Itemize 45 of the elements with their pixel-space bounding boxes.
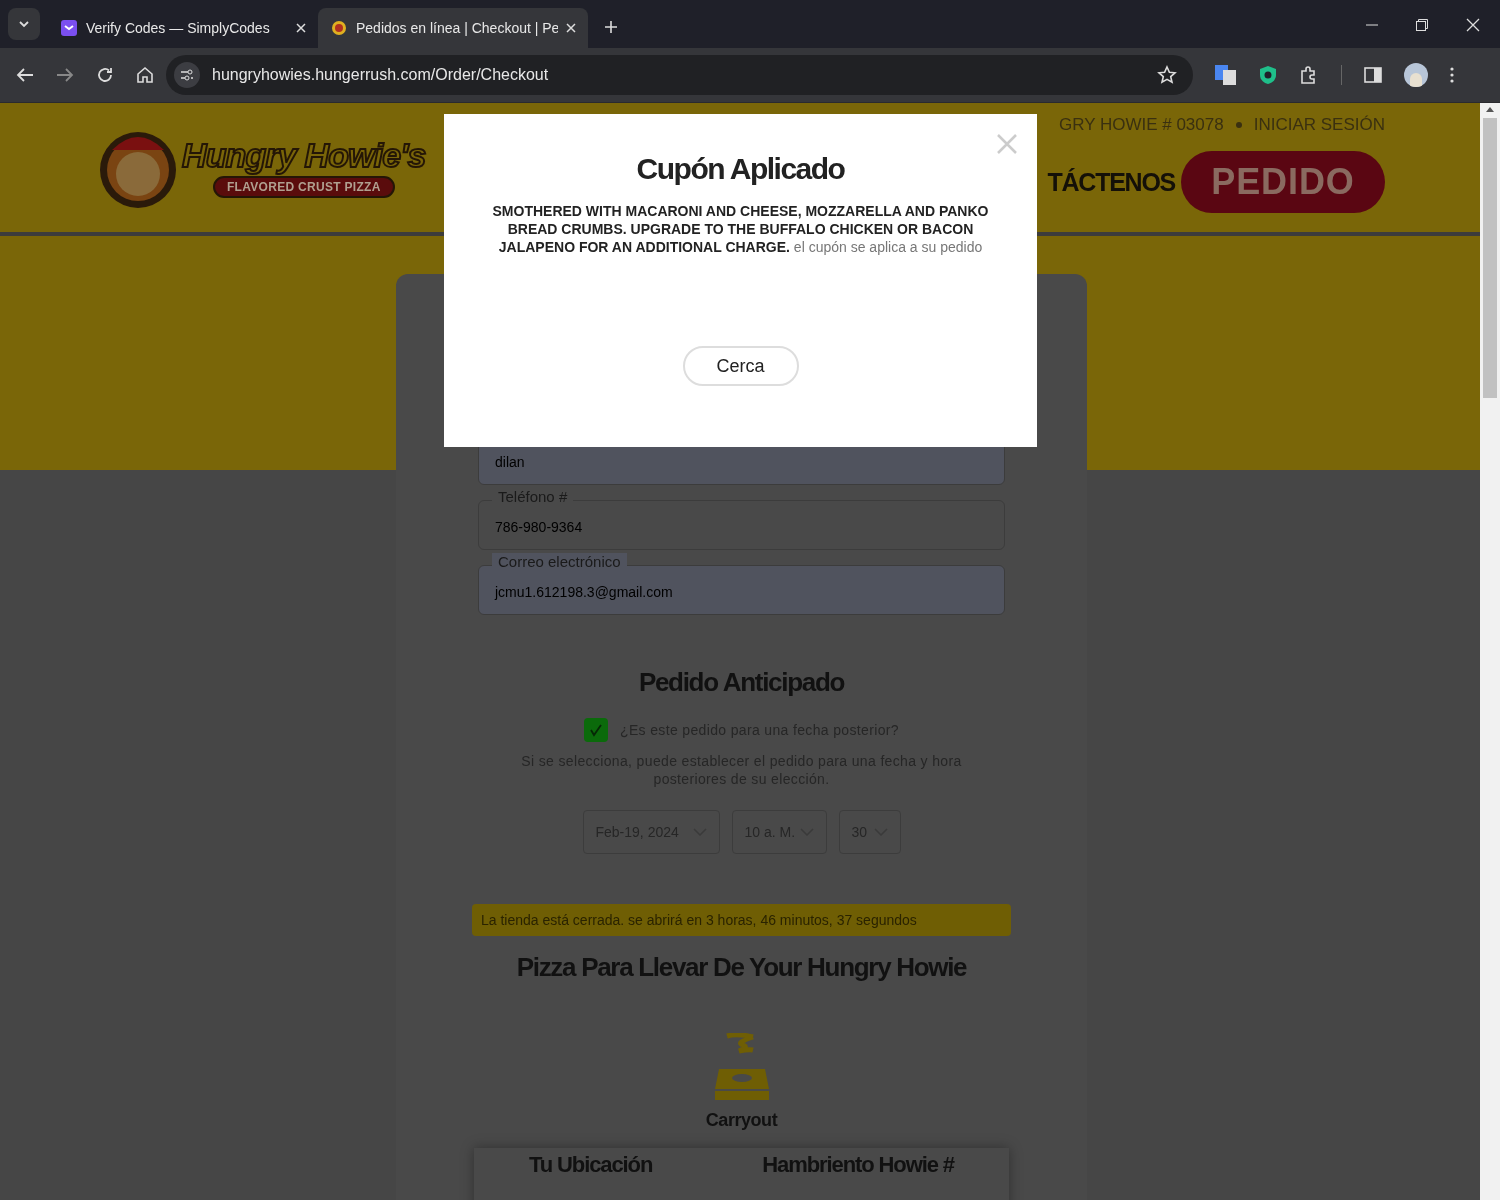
- input-field[interactable]: 786-980-9364: [478, 500, 1005, 550]
- section-heading: Pedido Anticipado: [638, 666, 845, 699]
- store-closed-banner: La tienda está cerrada. se abrirá en 3 horas, 46 minutos, 37 segundos: [472, 904, 1011, 936]
- address-bar[interactable]: hungryhowies.hungerrush.com/Order/Checkout: [166, 55, 1193, 95]
- side-panel-icon[interactable]: [1364, 67, 1382, 83]
- close-icon[interactable]: [566, 23, 576, 33]
- menu-icon[interactable]: [1450, 67, 1454, 83]
- scroll-up-icon[interactable]: [1486, 107, 1494, 112]
- dialog-title: Cupón Aplicado: [636, 154, 845, 184]
- column-heading: Hambriento Howie #: [762, 1152, 954, 1178]
- checkbox[interactable]: [584, 718, 608, 742]
- dialog-message: SMOTHERED WITH MACARONI AND CHEESE, MOZZARELLA AND PANKO BREAD CRUMBS. UPGRADE TO THE BUFFALO CHICKEN OR BACON JALAPENO FOR AN ADDITIONAL CHARGE. el cupón se aplica a su pedido: [491, 202, 990, 256]
- url-text: hungryhowies.hungerrush.com/Order/Checkout: [212, 65, 550, 85]
- nav-link[interactable]: TÁCTENOS: [1047, 163, 1175, 201]
- login-link[interactable]: INICIAR SESIÓN: [1253, 111, 1385, 138]
- reload-icon[interactable]: [96, 66, 114, 84]
- star-icon[interactable]: [1157, 65, 1177, 85]
- profile-avatar[interactable]: [1404, 63, 1428, 87]
- new-tab-icon[interactable]: [604, 20, 618, 34]
- back-icon[interactable]: [16, 67, 34, 83]
- restore-icon[interactable]: [1416, 19, 1428, 31]
- browser-tab[interactable]: Pedidos en línea | Checkout | Pe: [318, 8, 588, 48]
- shield-icon[interactable]: [1259, 65, 1277, 85]
- translate-icon[interactable]: [1215, 65, 1237, 85]
- forward-icon[interactable]: [56, 67, 74, 83]
- caret-icon: [18, 20, 30, 28]
- close-icon[interactable]: [296, 23, 306, 33]
- order-button[interactable]: PEDIDO: [1181, 151, 1385, 214]
- section-heading: Pizza Para Llevar De Your Hungry Howie: [516, 951, 967, 984]
- browser-tab[interactable]: Verify Codes — SimplyCodes: [48, 8, 318, 48]
- home-icon[interactable]: [136, 66, 154, 84]
- tab-title: Pedidos en línea | Checkout | Pe: [356, 18, 558, 38]
- column-heading: Tu Ubicación: [529, 1152, 653, 1178]
- scrollbar[interactable]: [1480, 103, 1500, 1200]
- close-button[interactable]: Cerca: [682, 346, 799, 386]
- scrollbar-thumb[interactable]: [1483, 118, 1497, 398]
- check-icon: [589, 723, 603, 737]
- site-icon: [330, 19, 348, 37]
- tab-title: Verify Codes — SimplyCodes: [86, 18, 271, 38]
- close-icon[interactable]: [1466, 18, 1480, 32]
- tab-list-button[interactable]: [8, 8, 40, 40]
- app-icon: [60, 19, 78, 37]
- site-settings-icon[interactable]: [174, 62, 200, 88]
- carryout-label[interactable]: Carryout: [705, 1107, 778, 1134]
- store-number: GRY HOWIE # 03078: [1058, 113, 1224, 136]
